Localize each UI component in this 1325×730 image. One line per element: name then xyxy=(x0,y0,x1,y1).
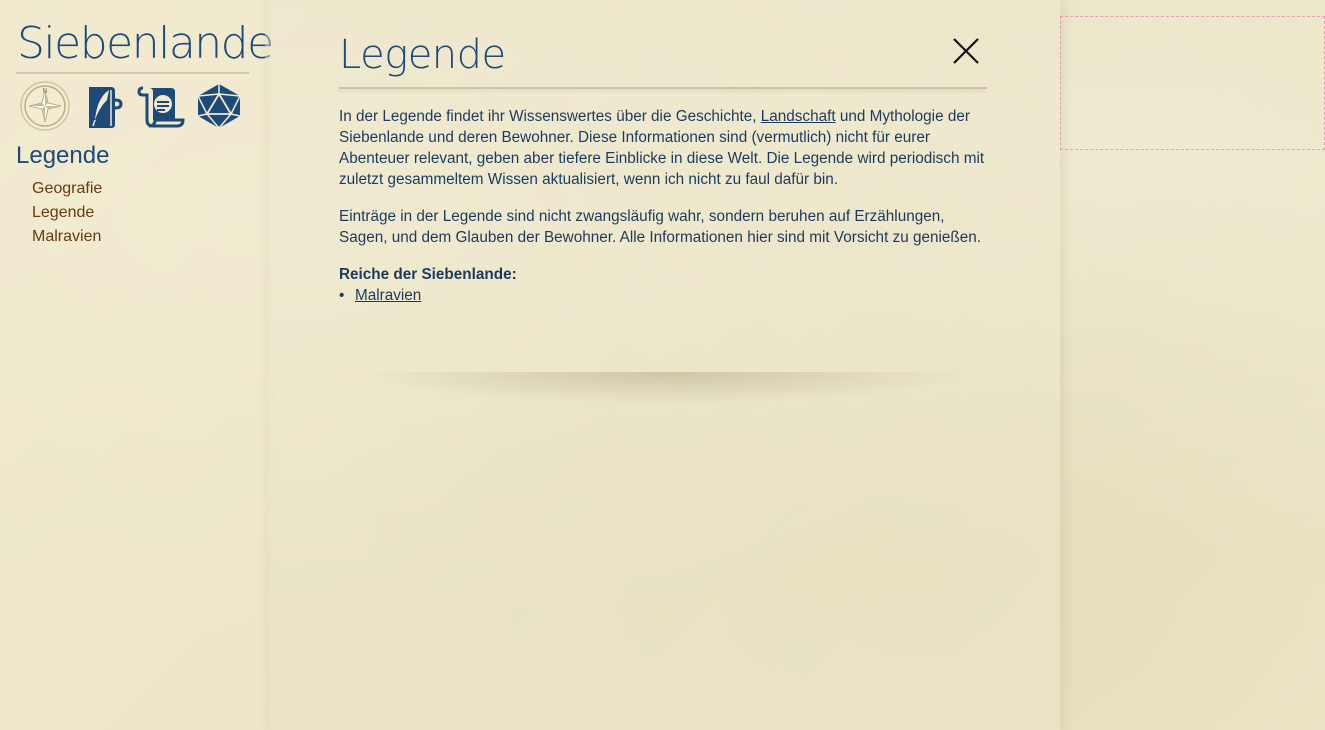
svg-text:N: N xyxy=(42,87,47,95)
malravien-link[interactable]: Malravien xyxy=(355,287,421,304)
sidebar-item-malravien[interactable]: Malravien xyxy=(32,225,102,249)
kingdoms-heading: Reiche der Siebenlande: xyxy=(339,266,517,283)
sidebar-section-heading: Legende xyxy=(16,142,110,169)
title-divider xyxy=(16,72,249,74)
content-card: Legende In der Legende findet ihr Wissen… xyxy=(339,22,987,374)
nav-icon-row: N xyxy=(20,81,250,131)
sidebar-item-geografie[interactable]: Geografie xyxy=(32,177,102,201)
header-divider xyxy=(339,87,987,89)
sidebar-subnav: Geografie Legende Malravien xyxy=(32,177,102,249)
compass-icon[interactable]: N xyxy=(20,81,70,131)
card-shadow xyxy=(360,372,970,404)
close-icon[interactable] xyxy=(951,36,981,66)
scroll-icon[interactable] xyxy=(136,81,186,131)
widget-placeholder xyxy=(1060,16,1325,150)
disclaimer-paragraph: Einträge in der Legende sind nicht zwang… xyxy=(339,208,982,246)
kingdom-list: • Malravien xyxy=(339,285,987,306)
quill-book-icon[interactable] xyxy=(78,81,128,131)
list-item: • Malravien xyxy=(339,285,987,306)
bullet: • xyxy=(339,287,345,304)
close-button[interactable] xyxy=(951,36,981,66)
intro-paragraph: In der Legende findet ihr Wissenswertes … xyxy=(339,108,985,188)
landschaft-link[interactable]: Landschaft xyxy=(761,108,836,125)
sidebar: Siebenlande N Legende Geografie Legende … xyxy=(0,0,274,730)
page-title: Legende xyxy=(339,32,506,78)
d20-icon[interactable] xyxy=(194,81,244,131)
site-title[interactable]: Siebenlande xyxy=(17,16,274,72)
article-body: In der Legende findet ihr Wissenswertes … xyxy=(339,106,987,306)
sidebar-item-legende[interactable]: Legende xyxy=(32,201,102,225)
